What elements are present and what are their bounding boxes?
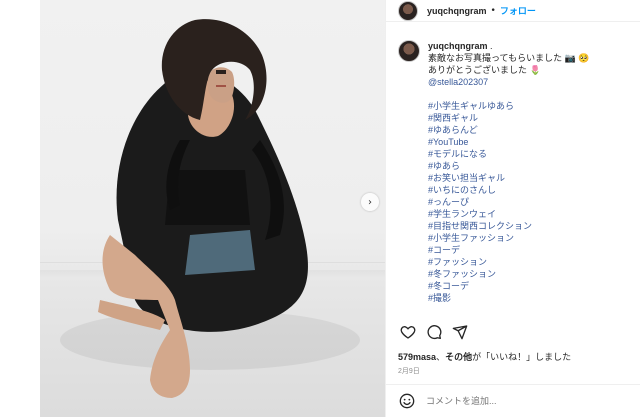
caption-header-line: yuqchqngram . [428, 40, 634, 52]
likes-tail: が「いいね！」しました [472, 352, 572, 362]
follow-button[interactable]: フォロー [500, 4, 536, 17]
share-icon [452, 325, 468, 340]
hashtag-link[interactable]: #冬ファッション [428, 268, 634, 280]
hashtag-link[interactable]: #いちにのさんし [428, 184, 634, 196]
hashtag-link[interactable]: #コーデ [428, 244, 634, 256]
separator-dot: • [490, 5, 496, 16]
post-header: yuqchqngram • フォロー [386, 0, 640, 22]
emoji-button[interactable] [398, 392, 416, 410]
caption-avatar[interactable] [398, 40, 420, 62]
caption-suffix: . [487, 41, 493, 51]
likes-summary: 579masa、その他が「いいね！」しました [398, 350, 571, 363]
likes-connector: 、 [436, 352, 446, 362]
hashtag-link[interactable]: #学生ランウェイ [428, 208, 634, 220]
mention-link[interactable]: @stella202307 [428, 76, 634, 88]
emoji-icon [399, 393, 415, 409]
chevron-right-icon: › [368, 196, 372, 208]
comment-input[interactable] [426, 396, 626, 406]
liker-username[interactable]: 579masa [398, 352, 436, 362]
post-actions [398, 322, 476, 342]
avatar[interactable] [398, 0, 418, 21]
heart-icon [400, 326, 416, 339]
caption: yuqchqngram . 素敵なお写真撮ってもらいました 📷 🥺 ありがとうご… [398, 40, 634, 310]
hashtag-link[interactable]: #小学生ファッション [428, 232, 634, 244]
share-button[interactable] [450, 322, 470, 342]
post-photo[interactable]: › [40, 0, 385, 417]
caption-line: 素敵なお写真撮ってもらいました 📷 🥺 [428, 53, 590, 63]
next-photo-button[interactable]: › [361, 193, 379, 211]
comment-bar [386, 384, 640, 417]
photo-subject [60, 19, 360, 398]
hashtag-link[interactable]: #ファッション [428, 256, 634, 268]
post-side-panel: yuqchqngram • フォロー yuqchqngram . 素敵なお写真撮… [385, 0, 640, 417]
caption-username[interactable]: yuqchqngram [428, 41, 488, 51]
hashtag-link[interactable]: #小学生ギャルゆあら [428, 100, 634, 112]
post-username[interactable]: yuqchqngram [427, 6, 487, 16]
likes-others-link[interactable]: その他 [445, 352, 472, 362]
like-button[interactable] [398, 322, 418, 342]
hashtag-link[interactable]: #ゆあら [428, 160, 634, 172]
comment-icon [427, 325, 442, 340]
post-date[interactable]: 2月9日 [398, 366, 420, 376]
hashtag-link[interactable]: #冬コーデ [428, 280, 634, 292]
hashtag-link[interactable]: #っんーぴ [428, 196, 634, 208]
hashtag-link[interactable]: #関西ギャル [428, 112, 634, 124]
hashtag-link[interactable]: #ゆあらんど [428, 124, 634, 136]
caption-body: yuqchqngram . 素敵なお写真撮ってもらいました 📷 🥺 ありがとうご… [428, 40, 634, 310]
hashtag-link[interactable]: #お笑い担当ギャル [428, 172, 634, 184]
comment-button[interactable] [424, 322, 444, 342]
left-gutter [0, 0, 40, 417]
hashtag-link[interactable]: #目指せ関西コレクション [428, 220, 634, 232]
hashtag-link[interactable]: #モデルになる [428, 148, 634, 160]
hashtag-link[interactable]: #撮影 [428, 292, 634, 304]
caption-line: ありがとうございました 🌷 [428, 65, 541, 75]
hashtag-link[interactable]: #YouTube [428, 136, 634, 148]
